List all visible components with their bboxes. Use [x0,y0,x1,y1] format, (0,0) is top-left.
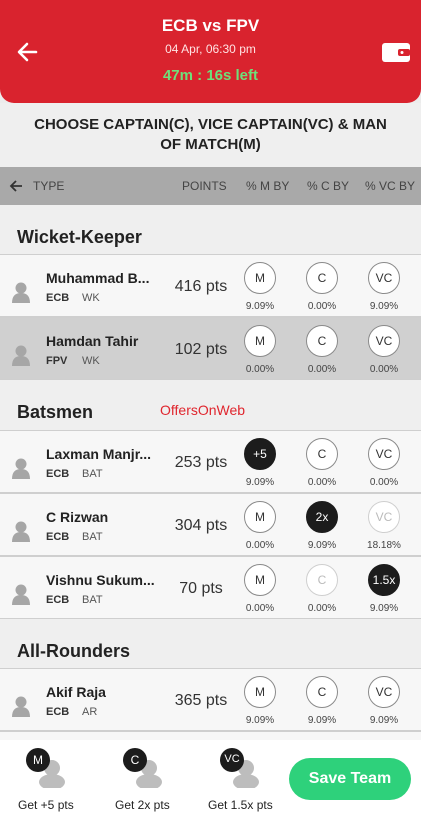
player-row[interactable]: Laxman Manjr... ECB BAT 253 pts +5 9.09% C 0.00… [0,430,421,493]
player-points: 365 pts [174,692,228,709]
player-name: Vishnu Sukum... [46,572,155,588]
m-badge-label: M [33,753,43,767]
player-role: WK [82,292,100,304]
m-select-button[interactable]: M [244,676,276,708]
section-all-rounders: All-Rounders [0,619,421,668]
player-row[interactable]: C Rizwan ECB BAT 304 pts M 0.00% 2x 9.09% VC 18.1… [0,493,421,556]
player-avatar-icon [12,584,30,605]
player-role: BAT [82,594,103,606]
m-percent: 0.00% [245,540,275,551]
player-name: Muhammad B... [46,270,150,286]
player-role: BAT [82,531,103,543]
watermark-text: OffersOnWeb [160,402,246,418]
player-team: ECB [46,292,70,304]
player-role: WK [82,355,100,367]
section-wicket-keeper: Wicket-Keeper [0,205,421,254]
player-row[interactable]: Akif Raja ECB AR 365 pts M 9.09% C 9.09% VC 9.09% [0,668,421,731]
save-team-button[interactable]: Save Team [289,758,411,800]
match-header: ECB vs FPV 04 Apr, 06:30 pm 47m : 16s le… [0,0,421,103]
player-name: C Rizwan [46,509,109,525]
player-role: BAT [82,468,103,480]
column-header: TYPE POINTS % M BY % C BY % VC BY [0,167,421,205]
vc-select-button[interactable]: 1.5x [368,564,400,596]
player-role: AR [82,706,98,718]
m-select-button[interactable]: +5 [244,438,276,470]
vc-percent: 9.09% [369,715,399,726]
vc-percent: 0.00% [369,364,399,375]
footer-bar: M Get +5 pts C Get 2x pts VC Get 1.5x pt… [0,740,421,822]
c-select-button[interactable]: 2x [306,501,338,533]
player-avatar-icon [12,696,30,717]
player-name: Akif Raja [46,684,106,700]
back-arrow-icon[interactable] [8,178,24,194]
vc-select-button[interactable]: VC [368,325,400,357]
c-select-button[interactable]: C [306,262,338,294]
player-points: 304 pts [174,517,228,534]
selection-prompt: CHOOSE CAPTAIN(C), VICE CAPTAIN(VC) & MA… [0,103,421,167]
c-select-button[interactable]: C [306,438,338,470]
countdown-timer: 47m : 16s left [162,67,259,84]
c-percent: 0.00% [307,301,337,312]
c-percent: 0.00% [307,477,337,488]
match-date: 04 Apr, 06:30 pm [165,42,256,56]
m-percent: 9.09% [245,477,275,488]
player-team: ECB [46,468,70,480]
player-row[interactable]: Muhammad B... ECB WK 416 pts M 9.09% C 0.00% VC 9… [0,254,421,317]
m-select-button[interactable]: M [244,262,276,294]
player-team: ECB [46,531,70,543]
vc-percent: 18.18% [367,540,401,551]
m-percent: 9.09% [245,715,275,726]
match-title: ECB vs FPV [161,16,260,35]
vc-select-button[interactable]: VC [368,262,400,294]
c-select-button[interactable]: C [306,325,338,357]
player-team: ECB [46,706,70,718]
m-select-button[interactable]: M [244,501,276,533]
vc-percent: 0.00% [369,477,399,488]
col-m-by[interactable]: % M BY [246,179,289,193]
c-select-button[interactable]: C [306,676,338,708]
player-row[interactable]: Hamdan Tahir FPV WK 102 pts M 0.00% C 0.00% VC 0.… [0,317,421,380]
player-row[interactable]: Vishnu Sukum... ECB BAT 70 pts M 0.00% C 0.00% 1… [0,556,421,619]
player-avatar-icon [12,345,30,366]
player-points: 102 pts [174,341,228,358]
player-points: 416 pts [174,278,228,295]
m-percent: 0.00% [245,603,275,614]
c-percent: 9.09% [307,715,337,726]
c-select-button[interactable]: C [306,564,338,596]
c-percent: 0.00% [307,603,337,614]
player-points: 70 pts [179,580,223,597]
vc-percent: 9.09% [369,301,399,312]
player-name: Hamdan Tahir [46,333,139,349]
col-c-by[interactable]: % C BY [307,179,349,193]
player-avatar-icon [12,282,30,303]
m-percent: 0.00% [245,364,275,375]
c-legend-label: Get 2x pts [115,798,170,812]
c-percent: 0.00% [307,364,337,375]
col-vc-by[interactable]: % VC BY [365,179,415,193]
wallet-icon[interactable] [381,40,411,64]
c-badge-label: C [130,753,140,767]
player-team: ECB [46,594,70,606]
player-avatar-icon [12,458,30,479]
col-type[interactable]: TYPE [33,179,64,193]
player-avatar-icon [12,521,30,542]
col-points[interactable]: POINTS [182,179,227,193]
player-name: Laxman Manjr... [46,446,152,462]
player-points: 253 pts [174,454,228,471]
m-select-button[interactable]: M [244,325,276,357]
vc-legend-label: Get 1.5x pts [208,798,273,812]
m-percent: 9.09% [245,301,275,312]
vc-percent: 9.09% [369,603,399,614]
m-legend-label: Get +5 pts [18,798,74,812]
player-team: FPV [46,355,68,367]
c-percent: 9.09% [307,540,337,551]
vc-badge-label: VC [224,753,240,765]
vc-select-button[interactable]: VC [368,438,400,470]
vc-select-button[interactable]: VC [368,676,400,708]
vc-select-button[interactable]: VC [368,501,400,533]
m-select-button[interactable]: M [244,564,276,596]
